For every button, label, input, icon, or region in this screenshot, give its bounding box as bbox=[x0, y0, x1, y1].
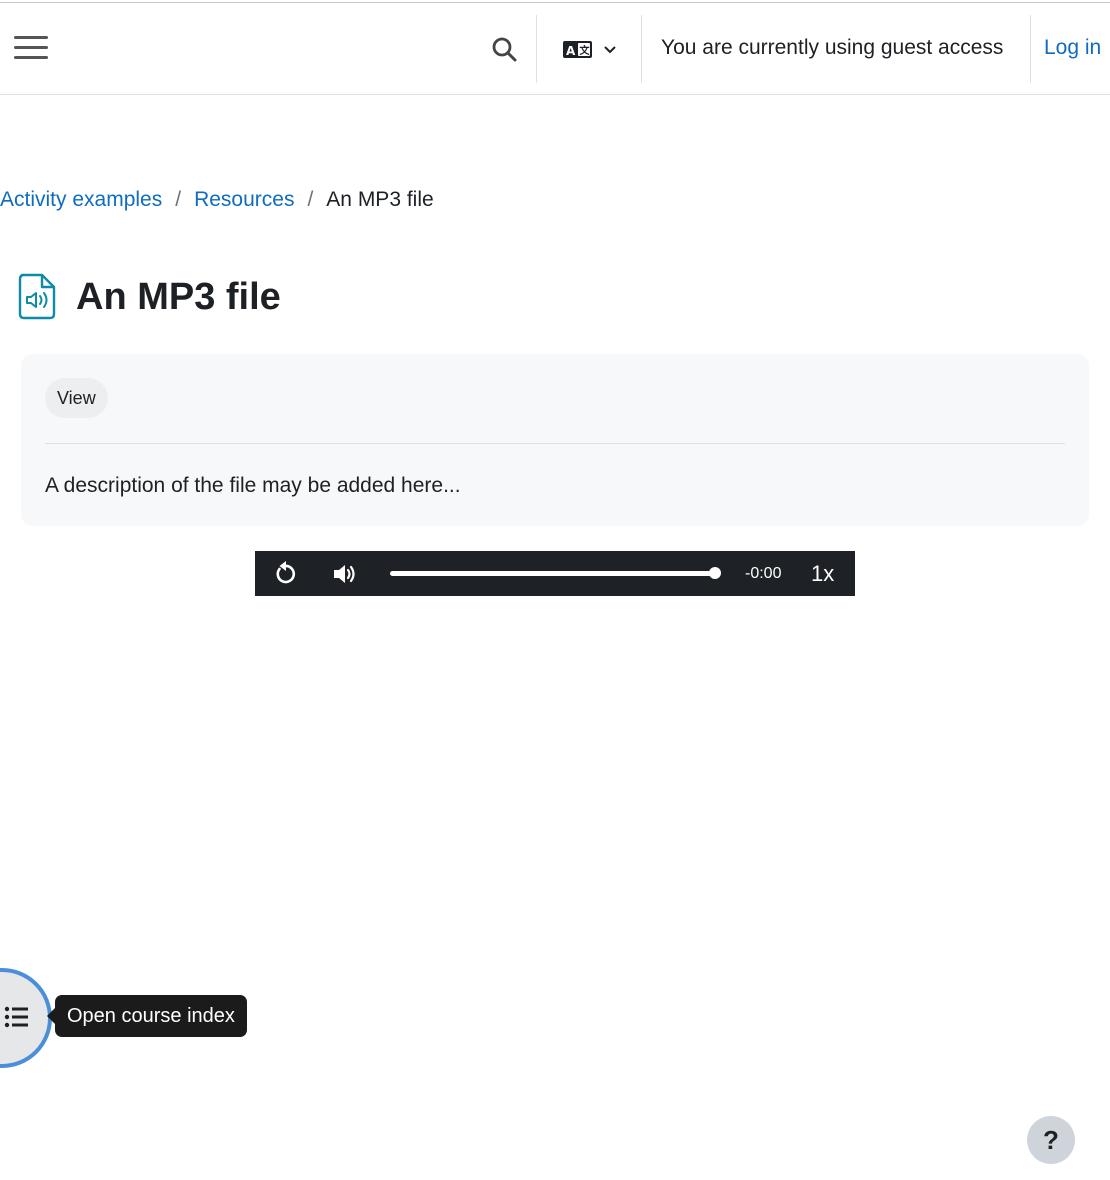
progress-handle[interactable] bbox=[709, 567, 721, 579]
volume-icon bbox=[334, 564, 355, 583]
replay-button[interactable] bbox=[267, 551, 303, 596]
playback-speed-button[interactable]: 1x bbox=[811, 551, 834, 596]
login-link[interactable]: Log in bbox=[1044, 36, 1101, 60]
breadcrumb-current: An MP3 file bbox=[326, 188, 434, 211]
breadcrumb-separator: / bbox=[175, 188, 182, 211]
audio-player: -0:00 1x bbox=[255, 551, 855, 596]
view-badge[interactable]: View bbox=[45, 378, 108, 418]
breadcrumb-item-resources[interactable]: Resources bbox=[194, 188, 294, 212]
help-button[interactable]: ? bbox=[1027, 1116, 1075, 1164]
navbar-divider bbox=[641, 15, 642, 83]
navbar-divider bbox=[536, 15, 537, 83]
course-index-tooltip: Open course index bbox=[55, 995, 247, 1037]
volume-button[interactable] bbox=[327, 551, 363, 596]
tooltip-arrow bbox=[47, 1008, 55, 1024]
list-icon bbox=[4, 1006, 28, 1028]
page-title: An MP3 file bbox=[76, 276, 281, 318]
svg-text:A: A bbox=[566, 44, 576, 58]
search-icon[interactable] bbox=[486, 31, 524, 69]
guest-access-notice: You are currently using guest access bbox=[661, 36, 1004, 59]
activity-description: A description of the file may be added h… bbox=[45, 474, 461, 497]
open-course-index-button[interactable] bbox=[0, 968, 52, 1068]
divider bbox=[45, 443, 1065, 444]
svg-text:文: 文 bbox=[580, 44, 591, 57]
language-menu-button[interactable]: A 文 bbox=[556, 33, 622, 67]
breadcrumb: Activity examples / Resources / An MP3 f… bbox=[0, 188, 434, 212]
breadcrumb-separator: / bbox=[307, 188, 314, 211]
progress-track[interactable] bbox=[390, 571, 715, 576]
replay-icon bbox=[276, 560, 296, 583]
hamburger-menu-icon[interactable] bbox=[12, 29, 50, 67]
audio-file-icon bbox=[17, 272, 57, 320]
time-remaining: -0:00 bbox=[745, 565, 782, 582]
navbar: A 文 You are currently using guest access… bbox=[0, 3, 1110, 95]
activity-information: View A description of the file may be ad… bbox=[21, 354, 1089, 526]
language-icon: A 文 bbox=[563, 41, 616, 58]
navbar-divider bbox=[1030, 15, 1031, 83]
breadcrumb-item-activity-examples[interactable]: Activity examples bbox=[0, 188, 162, 212]
